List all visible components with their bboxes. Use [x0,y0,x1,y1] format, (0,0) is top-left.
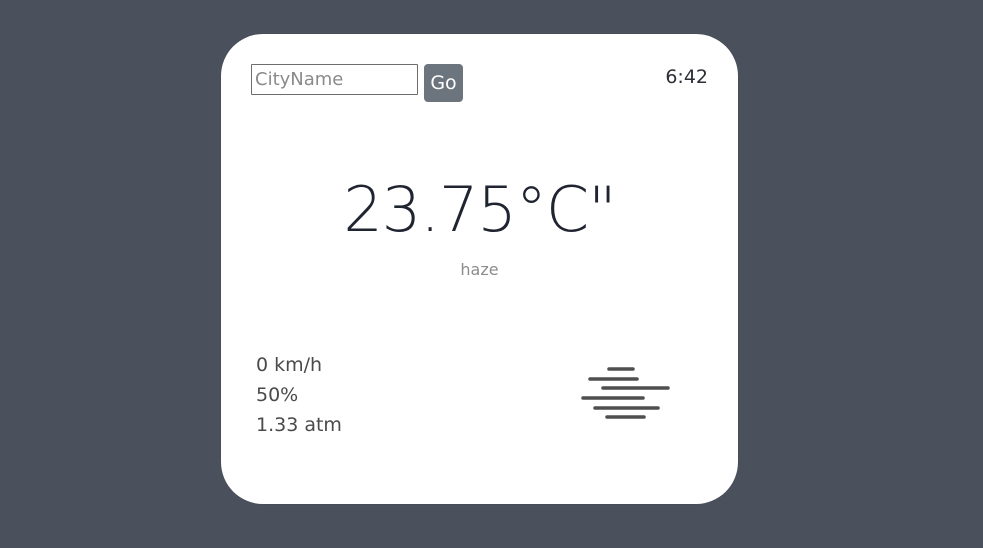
weather-details: 0 km/h 50% 1.33 atm [256,350,342,440]
pressure: 1.33 atm [256,414,342,436]
go-button[interactable]: Go [424,64,463,102]
weather-condition: haze [460,260,499,279]
wind-speed: 0 km/h [256,354,323,376]
haze-icon [581,367,670,419]
weather-card: Go 6:42 23.75°C" haze 0 km/h 50% 1.33 at… [221,34,738,504]
temperature-display: 23.75°C" [343,173,616,246]
clock-time: 6:42 [665,66,708,88]
city-search-input[interactable] [251,64,418,95]
humidity: 50% [256,384,299,406]
